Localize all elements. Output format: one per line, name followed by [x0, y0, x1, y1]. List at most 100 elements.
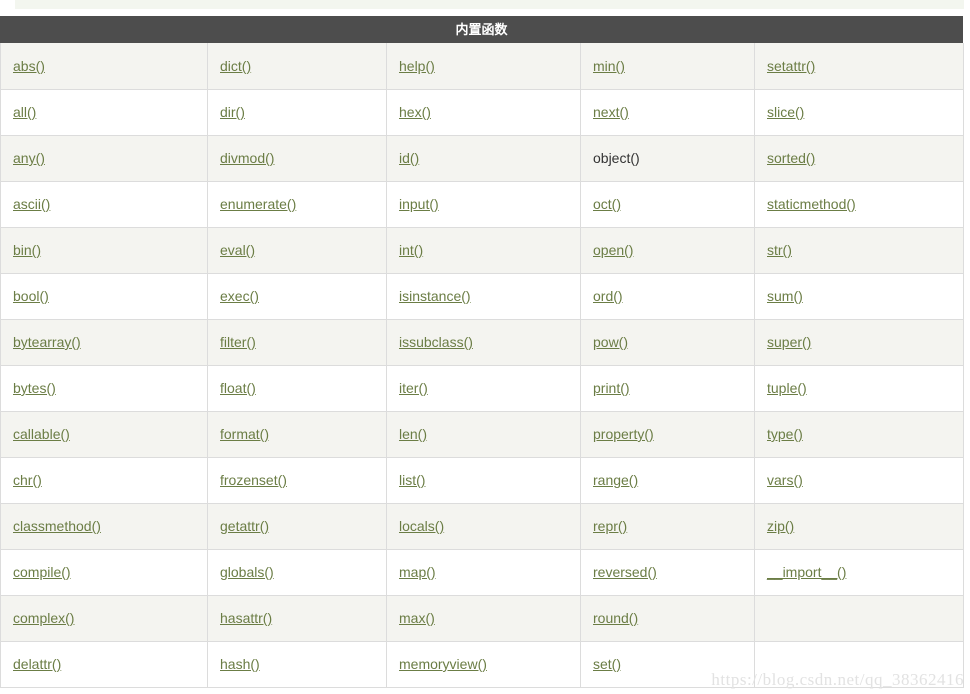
function-link[interactable]: issubclass(): [399, 334, 473, 350]
table-cell: open(): [580, 227, 755, 274]
function-link[interactable]: staticmethod(): [767, 196, 856, 212]
function-link[interactable]: memoryview(): [399, 656, 487, 672]
function-link[interactable]: dir(): [220, 104, 245, 120]
function-link[interactable]: hasattr(): [220, 610, 272, 626]
table-cell: pow(): [580, 319, 755, 366]
function-link[interactable]: print(): [593, 380, 630, 396]
function-link[interactable]: type(): [767, 426, 803, 442]
function-link[interactable]: eval(): [220, 242, 255, 258]
function-link[interactable]: property(): [593, 426, 654, 442]
table-cell: min(): [580, 43, 755, 90]
function-link[interactable]: input(): [399, 196, 439, 212]
function-link[interactable]: hex(): [399, 104, 431, 120]
function-link[interactable]: any(): [13, 150, 45, 166]
function-link[interactable]: chr(): [13, 472, 42, 488]
function-link[interactable]: bin(): [13, 242, 41, 258]
table-cell: dir(): [207, 89, 387, 136]
table-cell: hex(): [386, 89, 581, 136]
table-cell: hash(): [207, 641, 387, 688]
function-link[interactable]: int(): [399, 242, 423, 258]
function-link[interactable]: classmethod(): [13, 518, 101, 534]
function-link[interactable]: bytes(): [13, 380, 56, 396]
function-link[interactable]: frozenset(): [220, 472, 287, 488]
table-cell: ascii(): [0, 181, 208, 228]
function-link[interactable]: setattr(): [767, 58, 815, 74]
function-link[interactable]: format(): [220, 426, 269, 442]
function-link[interactable]: bool(): [13, 288, 49, 304]
function-link[interactable]: id(): [399, 150, 419, 166]
function-link[interactable]: locals(): [399, 518, 444, 534]
function-link[interactable]: slice(): [767, 104, 804, 120]
table-cell: print(): [580, 365, 755, 412]
function-link[interactable]: oct(): [593, 196, 621, 212]
function-link[interactable]: iter(): [399, 380, 428, 396]
function-link[interactable]: open(): [593, 242, 633, 258]
function-link[interactable]: ord(): [593, 288, 623, 304]
function-link[interactable]: complex(): [13, 610, 74, 626]
function-link[interactable]: repr(): [593, 518, 627, 534]
table-cell: any(): [0, 135, 208, 182]
function-link[interactable]: zip(): [767, 518, 794, 534]
function-link[interactable]: callable(): [13, 426, 70, 442]
function-link[interactable]: min(): [593, 58, 625, 74]
function-link[interactable]: isinstance(): [399, 288, 471, 304]
function-link[interactable]: globals(): [220, 564, 274, 580]
table-cell: issubclass(): [386, 319, 581, 366]
table-cell: bytearray(): [0, 319, 208, 366]
function-link[interactable]: delattr(): [13, 656, 61, 672]
function-link[interactable]: pow(): [593, 334, 628, 350]
function-link[interactable]: reversed(): [593, 564, 657, 580]
table-cell: bool(): [0, 273, 208, 320]
function-link[interactable]: filter(): [220, 334, 256, 350]
function-link[interactable]: divmod(): [220, 150, 274, 166]
function-link[interactable]: map(): [399, 564, 436, 580]
table-cell: set(): [580, 641, 755, 688]
function-link[interactable]: str(): [767, 242, 792, 258]
function-link[interactable]: max(): [399, 610, 435, 626]
function-link[interactable]: help(): [399, 58, 435, 74]
function-link[interactable]: set(): [593, 656, 621, 672]
function-link[interactable]: __import__(): [767, 564, 846, 580]
table-row: classmethod() getattr() locals() repr() zip(…: [0, 503, 964, 550]
table-body: abs() dict() help() min() setattr() all() dir(…: [0, 43, 964, 688]
function-link[interactable]: tuple(): [767, 380, 807, 396]
table-cell: object(): [580, 135, 755, 182]
table-cell: help(): [386, 43, 581, 90]
function-link[interactable]: range(): [593, 472, 638, 488]
function-link[interactable]: sorted(): [767, 150, 815, 166]
function-link[interactable]: super(): [767, 334, 811, 350]
table-cell: enumerate(): [207, 181, 387, 228]
function-link[interactable]: sum(): [767, 288, 803, 304]
function-link[interactable]: enumerate(): [220, 196, 296, 212]
function-link[interactable]: compile(): [13, 564, 71, 580]
function-link[interactable]: vars(): [767, 472, 803, 488]
function-link[interactable]: bytearray(): [13, 334, 81, 350]
function-link[interactable]: abs(): [13, 58, 45, 74]
table-row: compile() globals() map() reversed() __impor…: [0, 549, 964, 596]
function-link[interactable]: float(): [220, 380, 256, 396]
table-cell: sorted(): [754, 135, 964, 182]
table-cell: all(): [0, 89, 208, 136]
table-cell: ord(): [580, 273, 755, 320]
function-link[interactable]: all(): [13, 104, 36, 120]
table-row: bytes() float() iter() print() tuple(): [0, 365, 964, 412]
function-link[interactable]: dict(): [220, 58, 251, 74]
table-row: any() divmod() id() object() sorted(): [0, 135, 964, 182]
function-link[interactable]: round(): [593, 610, 638, 626]
table-cell: tuple(): [754, 365, 964, 412]
function-link[interactable]: exec(): [220, 288, 259, 304]
builtin-functions-page: 内置函数 abs() dict() help() min() setattr() all(…: [0, 16, 970, 688]
table-cell: abs(): [0, 43, 208, 90]
function-link[interactable]: next(): [593, 104, 629, 120]
function-link[interactable]: list(): [399, 472, 425, 488]
function-link[interactable]: getattr(): [220, 518, 269, 534]
table-cell: max(): [386, 595, 581, 642]
table-cell: input(): [386, 181, 581, 228]
function-link[interactable]: ascii(): [13, 196, 50, 212]
function-link[interactable]: hash(): [220, 656, 260, 672]
table-cell: locals(): [386, 503, 581, 550]
table-cell: oct(): [580, 181, 755, 228]
table-cell: repr(): [580, 503, 755, 550]
function-link[interactable]: len(): [399, 426, 427, 442]
table-row: all() dir() hex() next() slice(): [0, 89, 964, 136]
